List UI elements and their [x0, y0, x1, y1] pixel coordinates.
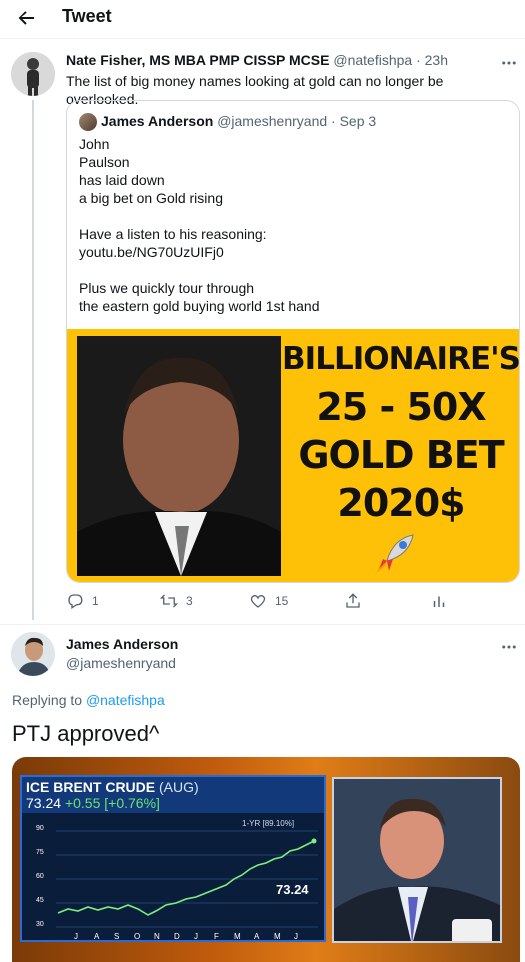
heart-icon	[250, 594, 266, 608]
x-tick: M	[274, 932, 281, 941]
text-line: Have a listen to his reasoning:	[79, 226, 267, 242]
ticker-header: ICE BRENT CRUDE (AUG) 73.24 +0.55 [+0.76…	[22, 777, 324, 813]
author-handle[interactable]: @natefishpa	[333, 52, 412, 68]
caption-line: BILLIONAIRE'S	[282, 341, 520, 377]
share-action[interactable]	[344, 592, 362, 610]
rocket-icon	[375, 534, 414, 573]
ticker-name-line: ICE BRENT CRUDE (AUG)	[26, 779, 199, 795]
portrait-photo	[77, 336, 281, 576]
y-tick: 45	[36, 897, 44, 904]
ticker-price-line: 73.24 +0.55 [+0.76%]	[26, 795, 160, 811]
y-tick: 90	[36, 825, 44, 832]
avatar	[79, 113, 97, 131]
avatar[interactable]	[11, 52, 55, 96]
ticker-name: ICE BRENT CRUDE	[26, 779, 156, 795]
tweet-author-line: Nate Fisher, MS MBA PMP CISSP MCSE @nate…	[66, 52, 448, 68]
x-tick: J	[74, 932, 78, 941]
last-price-label: 73.24	[272, 882, 313, 897]
author-name[interactable]: Nate Fisher, MS MBA PMP CISSP MCSE	[66, 52, 329, 68]
back-arrow-icon[interactable]	[14, 6, 38, 30]
quoted-media-image[interactable]: BILLIONAIRE'S 25 - 50X GOLD BET 2020$	[67, 329, 520, 582]
x-tick: J	[294, 932, 298, 941]
x-tick: O	[134, 932, 141, 941]
more-icon[interactable]	[500, 638, 518, 656]
x-tick: F	[214, 932, 219, 941]
ticker-change-pct: [+0.76%]	[104, 795, 160, 811]
avatar[interactable]	[11, 632, 55, 676]
text-line: John	[79, 136, 110, 152]
youtube-link[interactable]: youtu.be/NG70UzUIFj0	[79, 243, 320, 261]
divider	[0, 38, 525, 39]
analytics-action[interactable]	[430, 592, 448, 610]
retweet-icon	[160, 594, 178, 608]
thread-line	[32, 100, 34, 620]
quoted-author-line: James Anderson @jameshenryand · Sep 3	[101, 113, 376, 129]
text-line: a big bet on Gold rising	[79, 190, 223, 206]
replying-label: Replying to	[12, 692, 83, 708]
quoted-tweet-text: John Paulson has laid down a big bet on …	[79, 135, 320, 315]
y-tick: 30	[36, 921, 44, 928]
x-tick: J	[194, 932, 198, 941]
page-title: Tweet	[62, 6, 112, 26]
ticker-sub: (AUG)	[159, 779, 199, 795]
reply-icon	[68, 594, 83, 610]
retweet-action[interactable]: 3	[160, 592, 193, 610]
tweet-text: PTJ approved^	[12, 721, 160, 746]
text-line: Paulson	[79, 154, 130, 170]
like-action[interactable]: 15	[249, 592, 288, 610]
divider	[0, 624, 525, 625]
more-icon[interactable]	[500, 54, 518, 72]
quoted-author-handle: @jameshenryand	[217, 113, 328, 129]
x-tick: A	[254, 932, 260, 941]
x-tick: A	[94, 932, 100, 941]
x-tick: N	[154, 932, 160, 941]
tweet-actions: 1 3 15	[66, 592, 466, 616]
tweet-media-image[interactable]: ICE BRENT CRUDE (AUG) 73.24 +0.55 [+0.76…	[12, 757, 520, 962]
x-tick: D	[174, 932, 180, 941]
text-line: has laid down	[79, 172, 165, 188]
ticker-price: 73.24	[26, 795, 62, 811]
price-ticker-panel: ICE BRENT CRUDE (AUG) 73.24 +0.55 [+0.76…	[20, 775, 326, 942]
interview-video-panel	[332, 777, 502, 943]
share-icon	[346, 593, 360, 608]
quoted-tweet-time: · Sep 3	[331, 113, 377, 129]
tweet-header: Tweet	[0, 0, 525, 38]
x-tick: M	[234, 932, 241, 941]
quoted-tweet[interactable]: James Anderson @jameshenryand · Sep 3 Jo…	[66, 100, 520, 583]
price-line-graph	[56, 830, 318, 928]
tweet-time[interactable]: · 23h	[416, 52, 448, 68]
reply-count: 1	[92, 594, 99, 608]
author-handle[interactable]: @jameshenryand	[66, 655, 176, 671]
like-count: 15	[275, 594, 289, 608]
image-caption: BILLIONAIRE'S 25 - 50X GOLD BET 2020$	[281, 335, 520, 527]
reply-action[interactable]: 1	[66, 592, 99, 610]
caption-line: 25 - 50X	[316, 385, 486, 429]
x-tick: S	[114, 932, 120, 941]
y-tick: 75	[36, 849, 44, 856]
quoted-author-name: James Anderson	[101, 113, 214, 129]
y-tick: 60	[36, 873, 44, 880]
caption-line: GOLD BET	[298, 433, 504, 477]
analytics-icon	[433, 596, 445, 607]
text-line: the eastern gold buying world 1st hand	[79, 298, 320, 314]
text-line: Plus we quickly tour through	[79, 280, 255, 296]
replying-to-link[interactable]: @natefishpa	[86, 692, 165, 708]
author-name[interactable]: James Anderson	[66, 636, 178, 652]
retweet-count: 3	[186, 594, 193, 608]
ticker-change: +0.55	[64, 795, 101, 811]
caption-line: 2020$	[337, 481, 465, 525]
replying-to-line: Replying to @natefishpa	[12, 692, 165, 708]
